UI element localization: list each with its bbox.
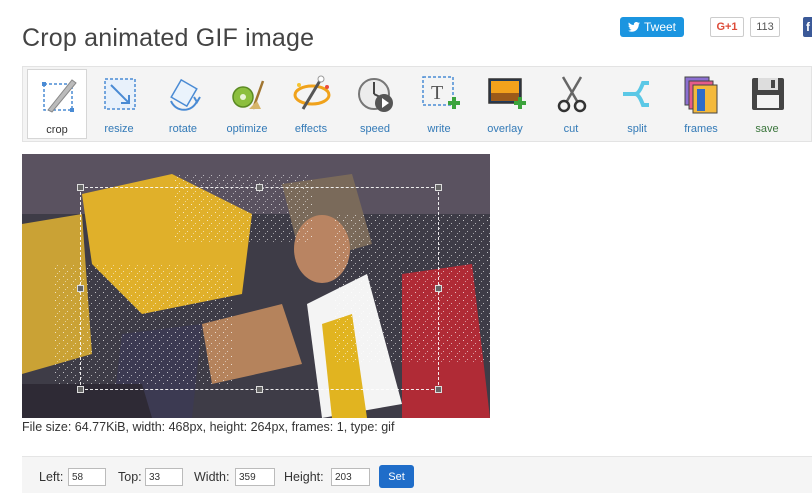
tool-optimize[interactable]: optimize — [217, 69, 277, 139]
crop-handle-bottom[interactable] — [256, 386, 263, 393]
crop-handle-top[interactable] — [256, 184, 263, 191]
crop-handle-bottom-right[interactable] — [435, 386, 442, 393]
tool-speed[interactable]: speed — [345, 69, 405, 139]
tool-overlay[interactable]: overlay — [475, 69, 535, 139]
width-label: Width: — [194, 470, 230, 484]
tool-write[interactable]: T write — [409, 69, 469, 139]
left-label: Left: — [39, 470, 64, 484]
tool-label: frames — [684, 123, 718, 135]
crop-handle-top-right[interactable] — [435, 184, 442, 191]
google-plus-button[interactable]: G+1 — [710, 17, 744, 37]
tool-label: write — [427, 123, 451, 135]
tool-label: save — [755, 123, 779, 135]
tool-crop[interactable]: crop — [27, 69, 87, 139]
write-icon: T — [422, 76, 460, 109]
scissors-icon — [557, 76, 587, 113]
resize-icon — [104, 78, 136, 110]
tool-label: optimize — [226, 123, 268, 135]
top-input[interactable] — [145, 468, 183, 486]
split-icon — [623, 81, 649, 107]
facebook-button[interactable]: f — [803, 17, 812, 37]
tool-rotate[interactable]: rotate — [153, 69, 213, 139]
floppy-disk-icon — [752, 78, 784, 110]
speed-icon — [358, 78, 393, 112]
crop-selection[interactable] — [77, 184, 442, 393]
gif-preview[interactable] — [22, 154, 490, 418]
crop-handle-right[interactable] — [435, 285, 442, 292]
frames-icon — [684, 76, 718, 114]
crop-handle-top-left[interactable] — [77, 184, 84, 191]
tool-resize[interactable]: resize — [89, 69, 149, 139]
tweet-label: Tweet — [643, 20, 676, 34]
tool-label: crop — [46, 124, 68, 136]
crop-icon — [42, 79, 77, 113]
tool-label: resize — [104, 123, 134, 135]
tool-split[interactable]: split — [607, 69, 667, 139]
width-input[interactable] — [235, 468, 275, 486]
set-button[interactable]: Set — [379, 465, 414, 488]
tool-toolbar: crop resize rotate optimize effects spee… — [22, 66, 812, 142]
tool-frames[interactable]: frames — [671, 69, 731, 139]
tool-effects[interactable]: effects — [281, 69, 341, 139]
tool-label: effects — [294, 123, 328, 135]
rotate-icon — [170, 78, 201, 111]
crop-handle-bottom-left[interactable] — [77, 386, 84, 393]
twitter-icon — [627, 22, 640, 32]
optimize-icon — [232, 80, 265, 110]
page-title: Crop animated GIF image — [22, 24, 315, 52]
svg-text:T: T — [431, 82, 443, 104]
google-plus-count: 113 — [750, 17, 780, 37]
height-label: Height: — [284, 470, 324, 484]
height-input[interactable] — [331, 468, 370, 486]
tweet-button[interactable]: Tweet — [620, 17, 684, 37]
image-info: File size: 64.77KiB, width: 468px, heigh… — [22, 420, 395, 434]
tool-label: speed — [360, 123, 390, 135]
top-label: Top: — [118, 470, 142, 484]
effects-icon — [293, 75, 331, 110]
left-input[interactable] — [68, 468, 106, 486]
tool-save[interactable]: save — [737, 69, 797, 139]
crop-handle-left[interactable] — [77, 285, 84, 292]
tool-label: split — [627, 123, 647, 135]
tool-label: overlay — [487, 123, 523, 135]
tool-label: cut — [563, 123, 579, 135]
tool-cut[interactable]: cut — [541, 69, 601, 139]
crop-form: Left: Top: Width: Height: Set — [22, 456, 812, 493]
overlay-icon — [488, 78, 526, 109]
tool-label: rotate — [168, 123, 198, 135]
